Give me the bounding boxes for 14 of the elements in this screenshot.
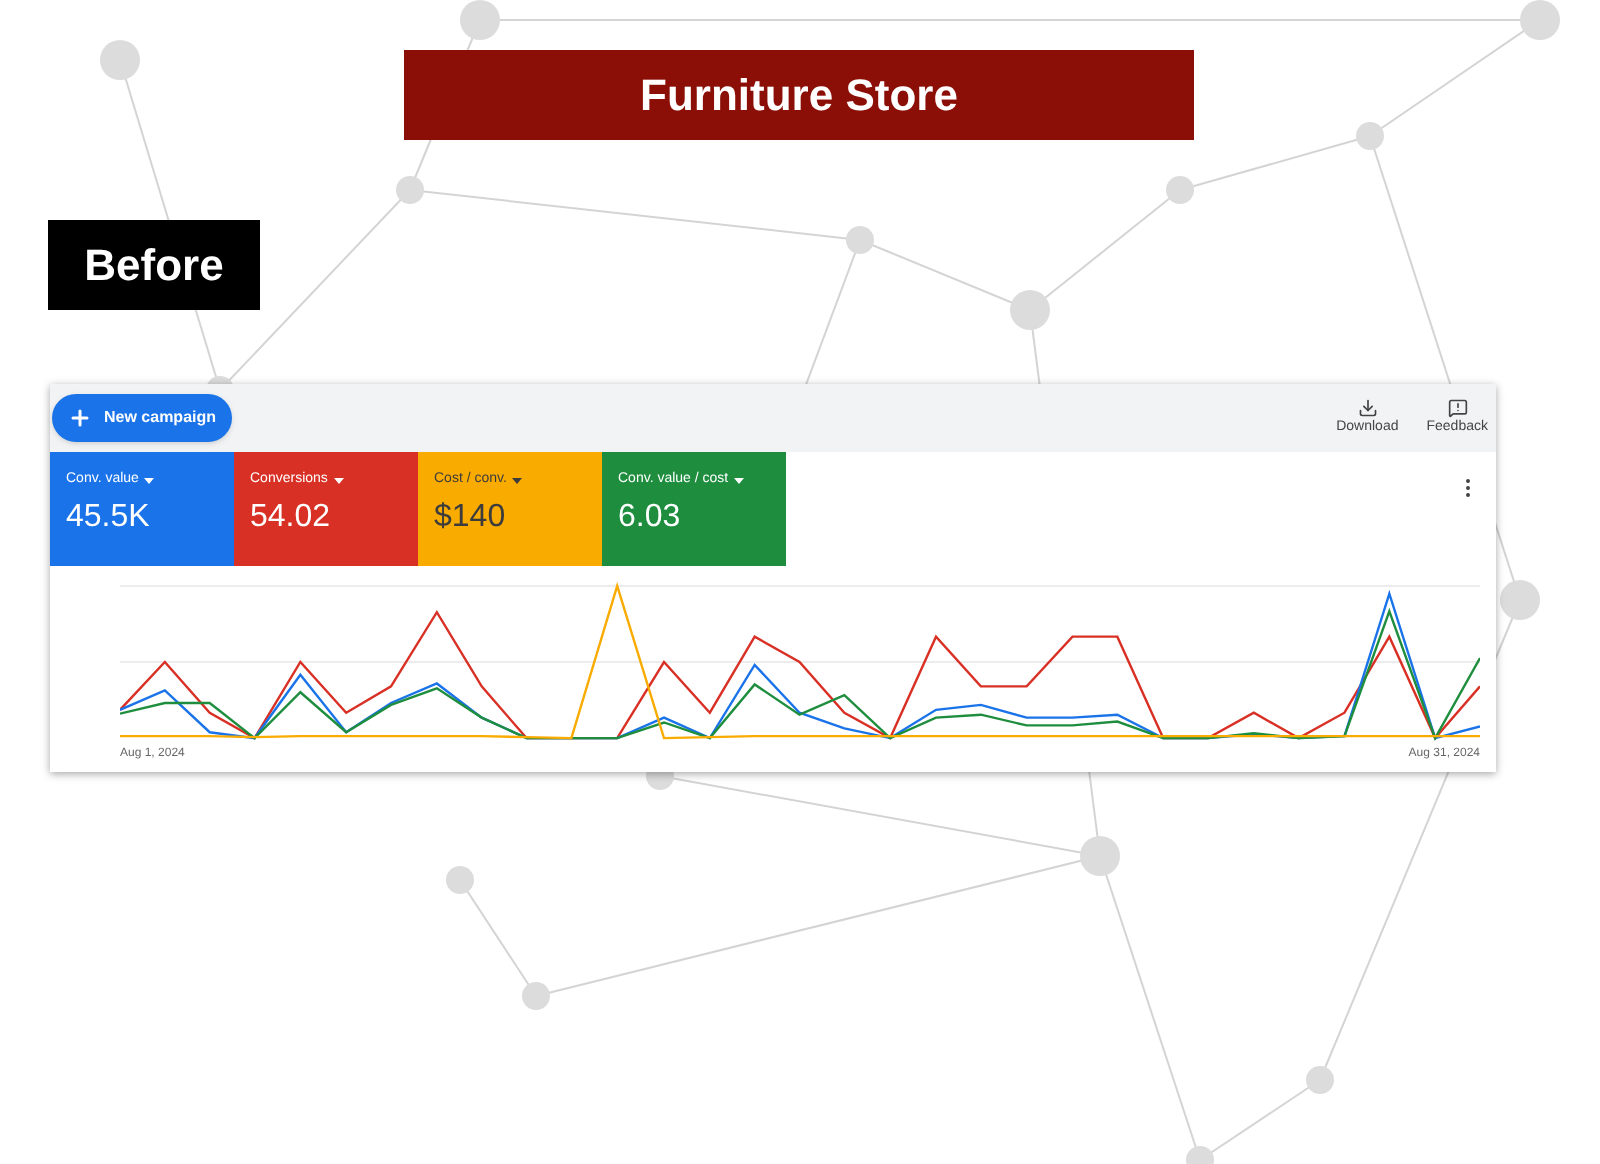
plus-icon — [68, 406, 92, 430]
caret-icon — [734, 477, 745, 484]
store-title-banner: Furniture Store — [404, 50, 1194, 140]
feedback-icon — [1447, 397, 1468, 418]
metric-value: $140 — [434, 501, 508, 533]
caret-icon — [144, 477, 155, 484]
download-icon — [1357, 397, 1378, 418]
metric-value: 45.5K — [66, 501, 152, 533]
metric-value: 6.03 — [618, 501, 683, 533]
new-campaign-button[interactable]: New campaign — [52, 394, 233, 442]
before-label: Before — [48, 220, 260, 310]
metric-value: 54.02 — [250, 501, 333, 533]
caret-icon — [512, 477, 523, 484]
caret-icon — [333, 477, 344, 484]
